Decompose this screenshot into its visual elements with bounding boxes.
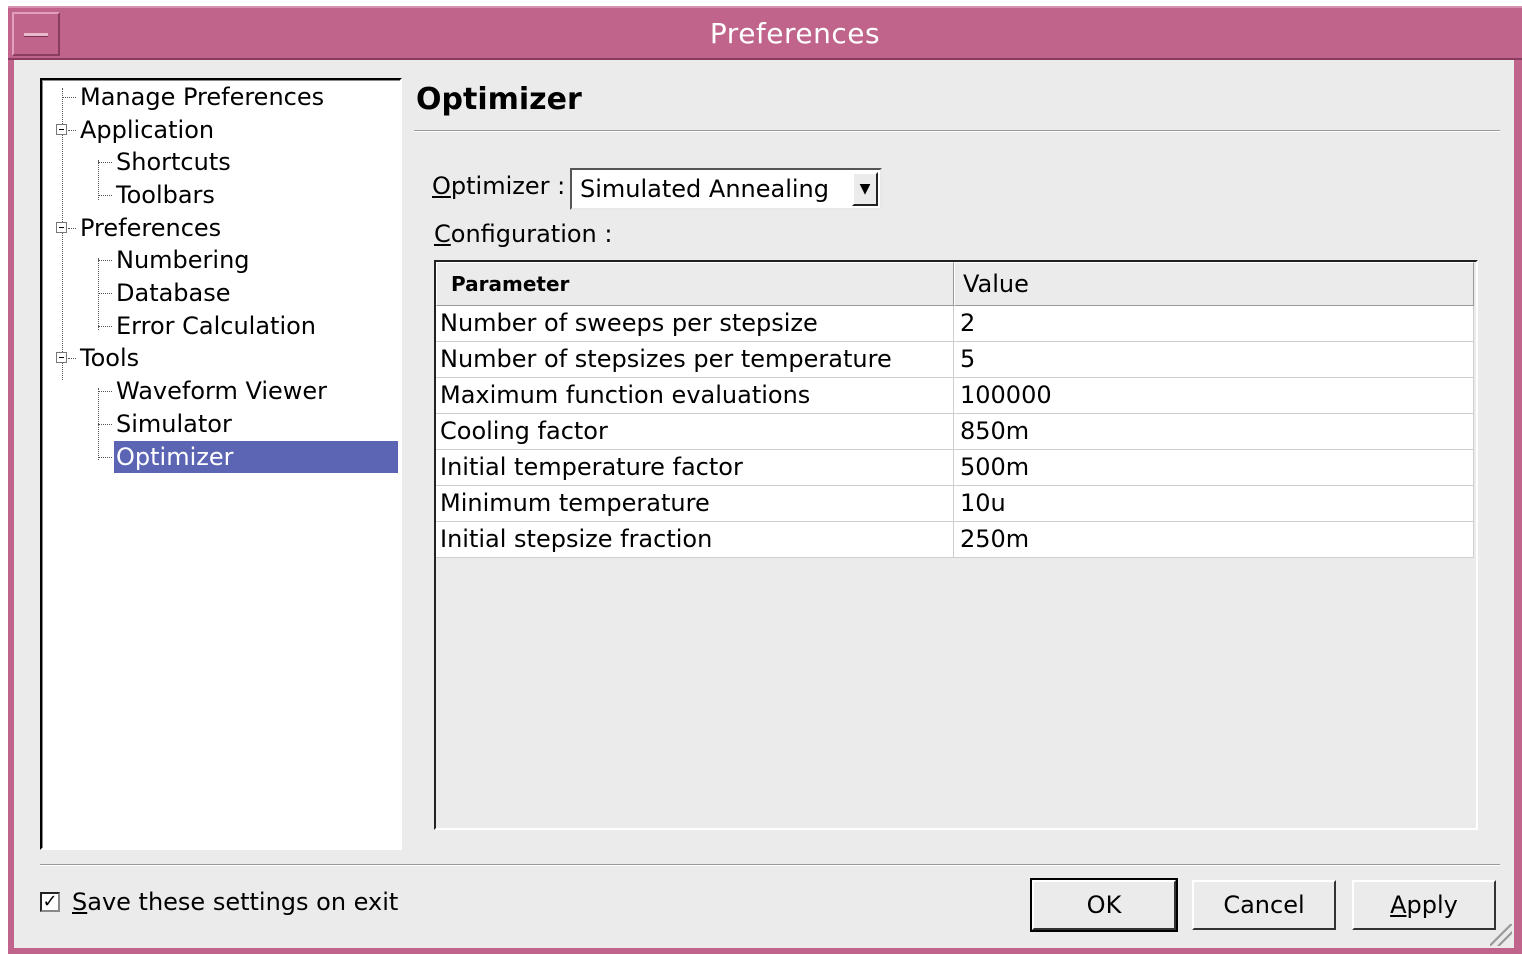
cancel-button[interactable]: Cancel — [1192, 880, 1336, 930]
window-title: Preferences — [709, 17, 881, 50]
tree-connector — [68, 228, 76, 229]
tree-item-manage-preferences[interactable]: Manage Preferences — [78, 81, 328, 113]
table-row[interactable]: Minimum temperature 10u — [436, 486, 1474, 522]
tree-item-application[interactable]: Application — [78, 114, 218, 146]
tree-item-tools[interactable]: Tools — [78, 342, 143, 374]
value-cell[interactable]: 100000 — [954, 378, 1474, 414]
window-menu-button[interactable] — [12, 12, 60, 56]
column-header-parameter[interactable]: Parameter — [436, 262, 954, 306]
value-cell[interactable]: 250m — [954, 522, 1474, 558]
collapse-application-icon[interactable] — [56, 124, 67, 135]
tree-connector — [98, 391, 112, 392]
page-title: Optimizer — [416, 82, 582, 117]
table-row[interactable]: Initial stepsize fraction 250m — [436, 522, 1474, 558]
tree-item-numbering[interactable]: Numbering — [114, 244, 254, 276]
table-row[interactable]: Cooling factor 850m — [436, 414, 1474, 450]
optimizer-select-value: Simulated Annealing — [580, 175, 829, 203]
tree-item-shortcuts[interactable]: Shortcuts — [114, 146, 235, 178]
tree-connector — [98, 260, 112, 261]
tree-connector — [98, 293, 112, 294]
value-cell[interactable]: 5 — [954, 342, 1474, 378]
save-settings-label[interactable]: Save these settings on exit — [72, 888, 398, 916]
tree-connector — [98, 326, 112, 327]
parameter-cell: Initial temperature factor — [436, 450, 954, 486]
value-cell[interactable]: 500m — [954, 450, 1474, 486]
optimizer-label: Optimizer : — [432, 172, 566, 200]
table-row[interactable]: Maximum function evaluations 100000 — [436, 378, 1474, 414]
collapse-tools-icon[interactable] — [56, 352, 67, 363]
tree-item-error-calculation[interactable]: Error Calculation — [114, 310, 320, 342]
title-bar[interactable]: Preferences — [8, 6, 1522, 60]
tree-guide-preferences — [98, 258, 99, 330]
tree-item-waveform-viewer[interactable]: Waveform Viewer — [114, 375, 331, 407]
tree-connector — [98, 162, 112, 163]
tree-connector — [98, 424, 112, 425]
table-row[interactable]: Number of stepsizes per temperature 5 — [436, 342, 1474, 378]
preferences-window: Preferences Manage Preferences Applicati… — [8, 6, 1522, 954]
tree-connector — [98, 457, 112, 458]
parameter-cell: Number of sweeps per stepsize — [436, 306, 954, 342]
chevron-down-icon[interactable]: ▼ — [852, 172, 878, 206]
column-header-value[interactable]: Value — [954, 262, 1474, 306]
value-cell[interactable]: 10u — [954, 486, 1474, 522]
configuration-label: Configuration : — [434, 220, 613, 248]
table-row[interactable]: Initial temperature factor 500m — [436, 450, 1474, 486]
configuration-table[interactable]: Parameter Value Number of sweeps per ste… — [434, 260, 1478, 830]
parameter-cell: Initial stepsize fraction — [436, 522, 954, 558]
ok-button[interactable]: OK — [1030, 878, 1178, 932]
window-menu-icon — [24, 33, 48, 37]
tree-item-database[interactable]: Database — [114, 277, 235, 309]
parameter-cell: Number of stepsizes per temperature — [436, 342, 954, 378]
table-header: Parameter Value — [436, 262, 1474, 306]
collapse-preferences-icon[interactable] — [56, 222, 67, 233]
value-cell[interactable]: 850m — [954, 414, 1474, 450]
resize-grip-icon[interactable] — [1490, 924, 1512, 946]
tree-guide-application — [98, 160, 99, 200]
table-row[interactable]: Number of sweeps per stepsize 2 — [436, 306, 1474, 342]
tree-item-simulator[interactable]: Simulator — [114, 408, 236, 440]
value-cell[interactable]: 2 — [954, 306, 1474, 342]
parameter-cell: Minimum temperature — [436, 486, 954, 522]
footer-separator — [40, 864, 1500, 866]
save-settings-checkbox[interactable]: ✓ — [40, 892, 60, 912]
dialog-client-area: Manage Preferences Application Shortcuts… — [14, 60, 1514, 948]
tree-connector — [68, 130, 76, 131]
tree-item-preferences[interactable]: Preferences — [78, 212, 225, 244]
parameter-cell: Cooling factor — [436, 414, 954, 450]
tree-connector — [98, 195, 112, 196]
tree-connector — [68, 358, 76, 359]
apply-button[interactable]: Apply — [1352, 880, 1496, 930]
parameter-cell: Maximum function evaluations — [436, 378, 954, 414]
tree-item-optimizer[interactable]: Optimizer — [114, 441, 398, 473]
preferences-tree[interactable]: Manage Preferences Application Shortcuts… — [40, 78, 402, 850]
optimizer-select[interactable]: Simulated Annealing ▼ — [570, 168, 882, 210]
tree-connector — [62, 97, 76, 98]
title-separator — [414, 130, 1500, 132]
tree-item-toolbars[interactable]: Toolbars — [114, 179, 219, 211]
